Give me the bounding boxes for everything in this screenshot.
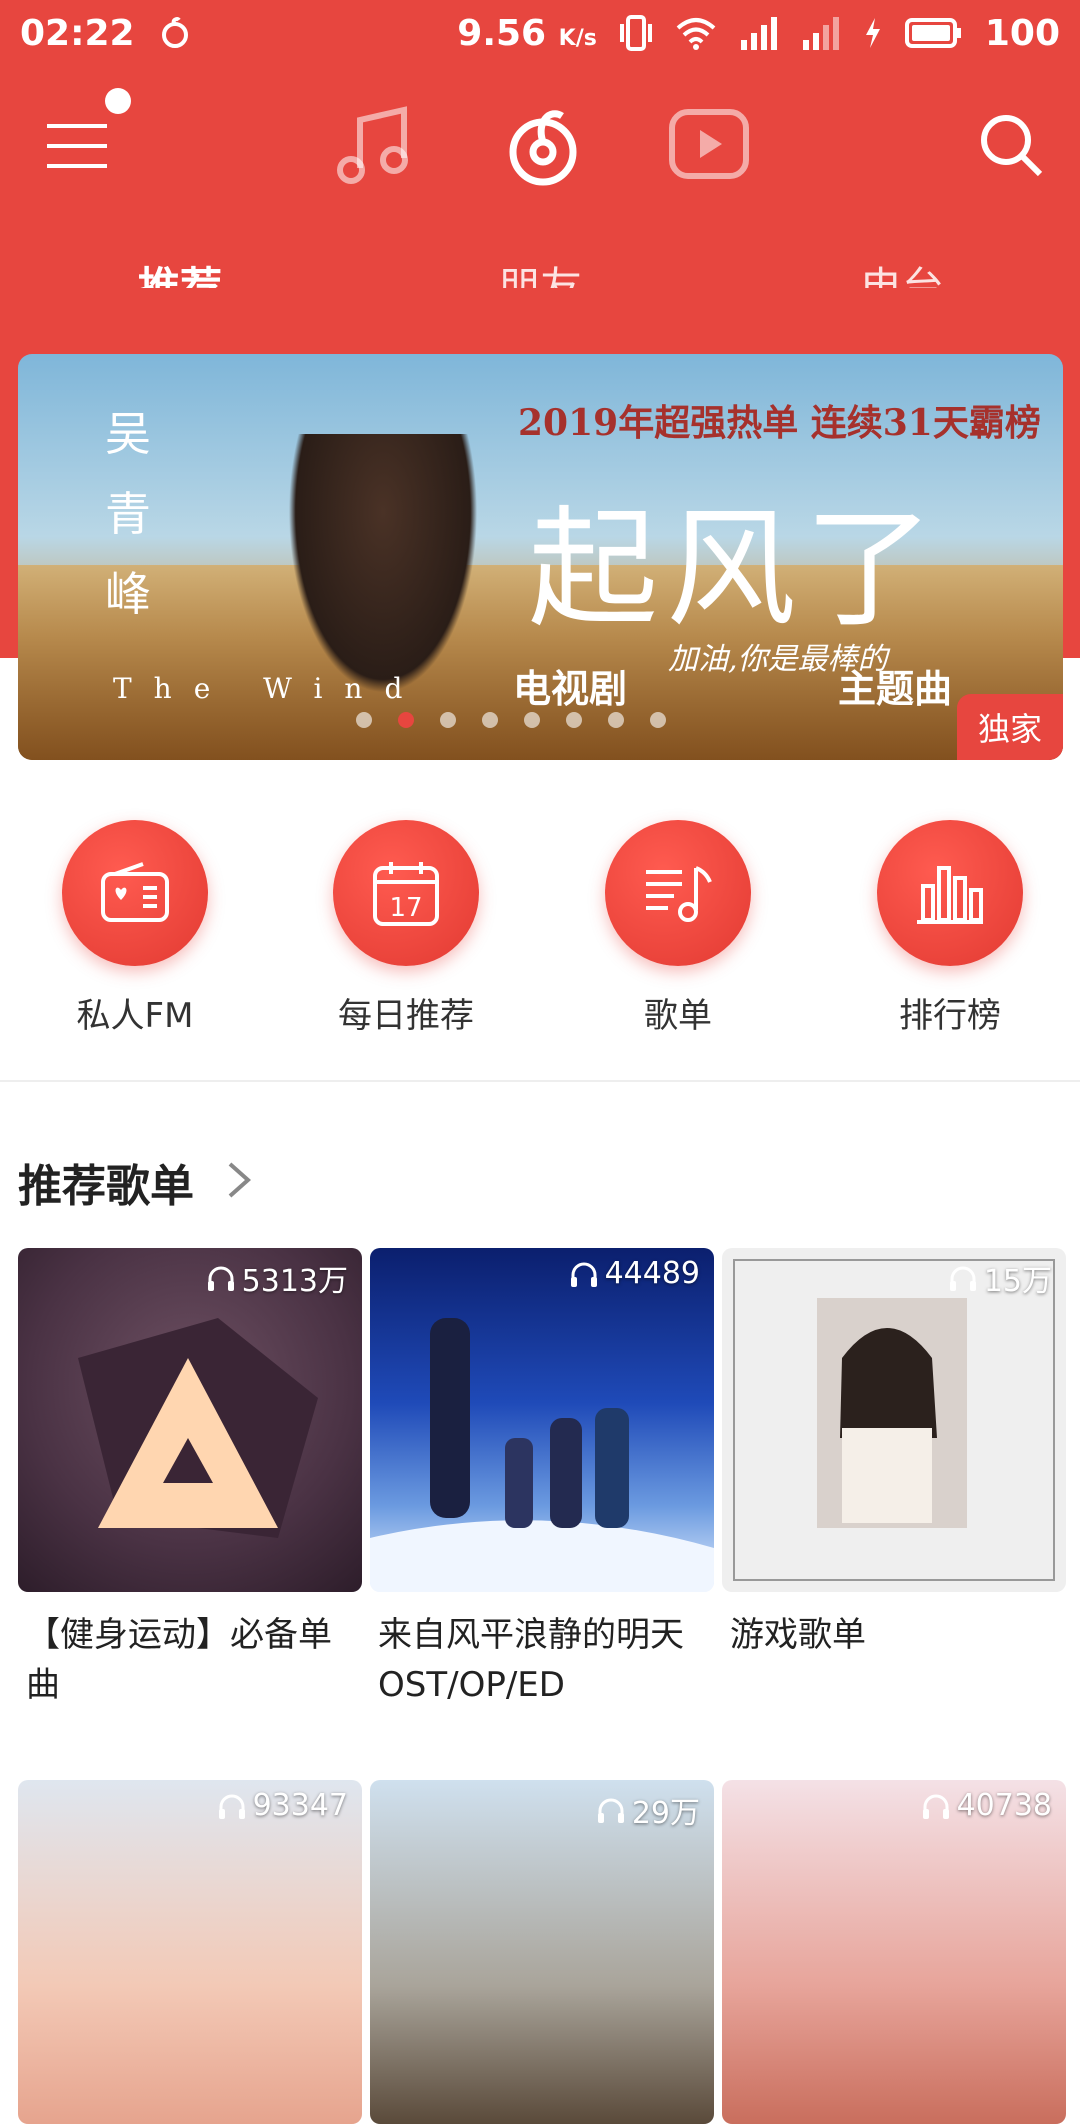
banner-title: 起风了: [528, 493, 943, 645]
quick-entry-label: 排行榜: [899, 996, 1001, 1036]
banner-artist-image: [288, 434, 478, 694]
music-note-icon: [337, 106, 408, 184]
play-count: 40738: [921, 1788, 1052, 1823]
playlist-cover[interactable]: 44489: [370, 1248, 714, 1592]
playlist-icon: [646, 866, 712, 922]
play-count: 5313万: [206, 1256, 348, 1300]
quick-entry-fm[interactable]: 私人FM: [25, 820, 245, 1037]
play-count: 29万: [596, 1788, 700, 1832]
playlist-title[interactable]: 【健身运动】必备单曲: [18, 1610, 362, 1710]
banner-artist-name: 吴青峰: [105, 407, 151, 621]
search-button[interactable]: [978, 112, 1044, 182]
banner-dot[interactable]: [356, 712, 372, 728]
menu-button[interactable]: [45, 122, 109, 170]
quick-entry-label: 每日推荐: [338, 996, 474, 1036]
quick-entry-playlist[interactable]: 歌单: [568, 820, 788, 1037]
playlist-card[interactable]: 44489 来自风平浪静的明天OST/OP/ED: [370, 1248, 714, 1710]
banner-pagination: [356, 712, 666, 728]
daily-button[interactable]: 17: [333, 820, 479, 966]
exclusive-badge: 独家: [957, 694, 1063, 760]
play-count: 93347: [217, 1788, 348, 1823]
playlist-cover[interactable]: 15万: [722, 1248, 1066, 1592]
banner-dot-active[interactable]: [398, 712, 414, 728]
play-count: 15万: [948, 1256, 1052, 1300]
playlist-cover[interactable]: 40738: [722, 1780, 1066, 2124]
banner-dot[interactable]: [608, 712, 624, 728]
rank-button[interactable]: [877, 820, 1023, 966]
playlist-card[interactable]: 5313万 【健身运动】必备单曲: [18, 1248, 362, 1710]
status-bar: 02:22 9.56 K/s 100: [0, 0, 1080, 66]
playlist-card[interactable]: 29万: [370, 1780, 714, 2124]
radio-icon: [101, 862, 169, 922]
playlist-card[interactable]: 15万 游戏歌单: [722, 1248, 1066, 1660]
section-title-recommend[interactable]: 推荐歌单: [18, 1150, 194, 1214]
headphones-icon: [218, 1794, 245, 1819]
play-count: 44489: [569, 1256, 700, 1291]
status-time: 02:22: [20, 12, 135, 54]
quick-entry-label: 歌单: [644, 996, 712, 1036]
headphones-icon: [949, 1266, 976, 1291]
wifi-icon: [675, 16, 717, 50]
banner-headline: 2019年超强热单 连续31天霸榜: [518, 402, 1041, 444]
playlist-button[interactable]: [605, 820, 751, 966]
banner-dot[interactable]: [524, 712, 540, 728]
quick-entry-label: 私人FM: [76, 996, 194, 1036]
banner-subtitle-left: 电视剧: [513, 666, 628, 711]
video-tab-button[interactable]: [668, 108, 750, 184]
battery-icon: [904, 18, 963, 48]
netease-notification-icon: [157, 15, 193, 51]
signal-icon: [739, 16, 779, 50]
banner-subtitle-right: 主题曲: [838, 666, 953, 711]
playlist-title[interactable]: 游戏歌单: [722, 1610, 1066, 1660]
playlist-cover[interactable]: 5313万: [18, 1248, 362, 1592]
banner-dot[interactable]: [650, 712, 666, 728]
charging-icon: [863, 16, 883, 50]
vibrate-icon: [619, 14, 653, 52]
fm-button[interactable]: [62, 820, 208, 966]
battery-level: 100: [984, 12, 1060, 54]
discover-tab-button[interactable]: [506, 102, 580, 192]
music-tab-button[interactable]: [336, 106, 412, 190]
quick-entry-daily[interactable]: 17 每日推荐: [296, 820, 516, 1037]
playlist-title[interactable]: 来自风平浪静的明天OST/OP/ED: [370, 1610, 714, 1710]
top-tabs: 推荐 朋友 电台: [0, 186, 1080, 312]
signal-4g-icon: [801, 16, 841, 50]
playlist-card[interactable]: 93347: [18, 1780, 362, 2124]
headphones-icon: [570, 1262, 597, 1287]
search-icon: [981, 115, 1043, 177]
playlist-cover[interactable]: 93347: [18, 1780, 362, 2124]
netease-logo-icon: [509, 110, 577, 186]
banner-english-title: The Wind: [113, 672, 425, 705]
headphones-icon: [207, 1266, 234, 1291]
quick-entry-rank[interactable]: 排行榜: [840, 820, 1060, 1037]
notification-dot: [105, 88, 131, 114]
svg-text:17: 17: [389, 893, 422, 923]
banner-dot[interactable]: [566, 712, 582, 728]
section-divider: [0, 1080, 1080, 1082]
playlist-cover[interactable]: 29万: [370, 1780, 714, 2124]
chevron-right-icon[interactable]: [226, 1160, 252, 1204]
headphones-icon: [922, 1794, 949, 1819]
playlist-cover-art: [370, 1318, 714, 1592]
banner-dot[interactable]: [440, 712, 456, 728]
headphones-icon: [597, 1798, 624, 1823]
video-play-icon: [669, 109, 749, 179]
banner-dot[interactable]: [482, 712, 498, 728]
calendar-icon: 17: [373, 862, 439, 926]
playlist-card[interactable]: 40738: [722, 1780, 1066, 2124]
chart-bars-icon: [917, 866, 983, 924]
promo-banner[interactable]: 吴青峰 2019年超强热单 连续31天霸榜 起风了 电视剧 加油,你是最棒的 主…: [18, 354, 1063, 760]
quick-entries: 私人FM 17 每日推荐 歌单 排行榜: [0, 820, 1080, 1040]
network-speed: 9.56 K/s: [457, 12, 597, 54]
menu-icon: [47, 124, 107, 168]
